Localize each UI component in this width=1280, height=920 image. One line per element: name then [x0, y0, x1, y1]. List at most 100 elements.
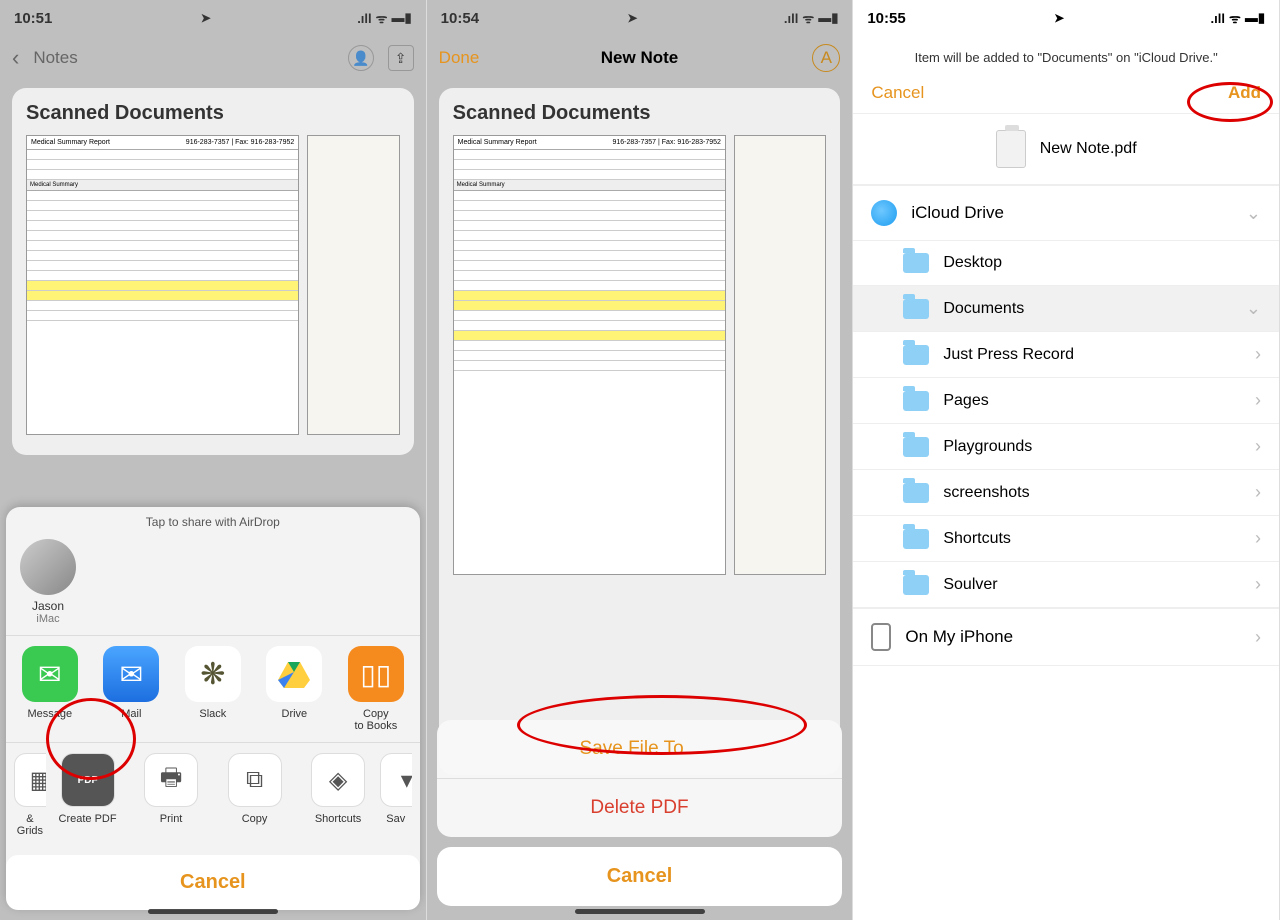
scanned-page-1: Medical Summary Report916-283-7357 | Fax…: [453, 135, 726, 575]
wifi-icon: ᯤ: [1229, 9, 1241, 27]
action-copy[interactable]: ⧉Copy: [213, 753, 297, 837]
note-title: Scanned Documents: [453, 102, 827, 125]
folder-icon: [903, 253, 929, 273]
battery-icon: ▬▮: [818, 10, 838, 26]
chevron-right-icon: ›: [1255, 390, 1261, 411]
slack-icon: ❋: [185, 646, 241, 702]
done-button[interactable]: Done: [439, 48, 480, 68]
folder-pages[interactable]: Pages›: [853, 378, 1279, 424]
destination-info: Item will be added to "Documents" on "iC…: [853, 36, 1279, 75]
action-print[interactable]: 🖶Print: [129, 753, 213, 837]
mail-icon: ✉: [103, 646, 159, 702]
back-chevron-icon[interactable]: ‹: [12, 45, 19, 71]
copy-icon: ⧉: [228, 753, 282, 807]
share-app-message[interactable]: ✉︎Message: [14, 646, 86, 732]
note-content: Scanned Documents Medical Summary Report…: [439, 88, 841, 775]
folder-soulver[interactable]: Soulver›: [853, 562, 1279, 608]
battery-icon: ▬▮: [392, 10, 412, 26]
share-icon[interactable]: ⇪: [388, 45, 414, 71]
folder-desktop[interactable]: Desktop: [853, 241, 1279, 286]
scanned-page-1: Medical Summary Report916-283-7357 | Fax…: [26, 135, 299, 435]
location-label: On My iPhone: [905, 627, 1013, 647]
icloud-icon: [871, 200, 897, 226]
share-app-drive[interactable]: Drive: [259, 646, 331, 732]
wifi-icon: ᯤ: [376, 9, 388, 27]
nav-bar: ‹ Notes 👤 ⇪: [0, 36, 426, 80]
location-icon: ➤: [201, 11, 211, 25]
save-icon: ▾: [380, 753, 412, 807]
chevron-right-icon: ›: [1255, 528, 1261, 549]
books-icon: ▯▯: [348, 646, 404, 702]
location-on-my-iphone[interactable]: On My iPhone ›: [853, 608, 1279, 666]
status-time: 10:54: [441, 10, 479, 27]
avatar: [20, 539, 76, 595]
action-create-pdf[interactable]: PDFCreate PDF: [46, 753, 130, 837]
file-name: New Note.pdf: [1040, 140, 1137, 158]
delete-pdf-button[interactable]: Delete PDF: [437, 779, 843, 837]
screenshot-1-share-sheet: 10:51➤ .ıllᯤ▬▮ ‹ Notes 👤 ⇪ Scanned Docum…: [0, 0, 427, 920]
cancel-button[interactable]: Cancel: [871, 83, 924, 103]
folder-shortcuts[interactable]: Shortcuts›: [853, 516, 1279, 562]
signal-icon: .ıll: [784, 11, 798, 26]
home-indicator[interactable]: [575, 909, 705, 914]
chevron-right-icon: ›: [1255, 574, 1261, 595]
folder-icon: [903, 483, 929, 503]
note-title: Scanned Documents: [26, 102, 400, 125]
folder-icon: [903, 437, 929, 457]
folder-screenshots[interactable]: screenshots›: [853, 470, 1279, 516]
screenshot-3-files-picker: 10:55 ➤ .ıll ᯤ▬▮ Item will be added to "Do…: [853, 0, 1280, 920]
file-icon: [996, 130, 1026, 168]
signal-icon: .ıll: [1211, 11, 1225, 26]
person-add-icon[interactable]: 👤: [348, 45, 374, 71]
battery-icon: ▬▮: [1245, 10, 1265, 26]
share-app-books[interactable]: ▯▯Copy to Books: [340, 646, 412, 732]
share-actions-row: ▦& Grids PDFCreate PDF 🖶Print ⧉Copy ◈Sho…: [6, 742, 420, 847]
folder-icon: [903, 299, 929, 319]
status-bar: 10:55 ➤ .ıll ᯤ▬▮: [853, 0, 1279, 36]
print-icon: 🖶: [144, 753, 198, 807]
status-bar: 10:54➤ .ıllᯤ▬▮: [427, 0, 853, 36]
location-label: iCloud Drive: [911, 203, 1004, 223]
airdrop-contact[interactable]: Jason iMac: [20, 539, 76, 625]
action-save[interactable]: ▾Sav: [380, 753, 412, 837]
action-grids[interactable]: ▦& Grids: [14, 753, 46, 837]
action-sheet: Save File To... Delete PDF Cancel: [437, 720, 843, 906]
location-icon: ➤: [1054, 11, 1064, 25]
share-apps-row: ✉︎Message ✉Mail ❋Slack Drive ▯▯Copy to B…: [6, 635, 420, 742]
picker-nav: Cancel Add: [853, 75, 1279, 113]
scanned-page-2: [734, 135, 826, 575]
pdf-icon: PDF: [61, 753, 115, 807]
chevron-right-icon: ›: [1255, 436, 1261, 457]
file-to-save: New Note.pdf: [853, 113, 1279, 185]
chevron-right-icon: ›: [1255, 627, 1261, 648]
share-app-slack[interactable]: ❋Slack: [177, 646, 249, 732]
nav-title: New Note: [601, 48, 678, 68]
folder-playgrounds[interactable]: Playgrounds›: [853, 424, 1279, 470]
iphone-icon: [871, 623, 891, 651]
signal-icon: .ıll: [357, 11, 371, 26]
chevron-down-icon: ⌄: [1246, 298, 1261, 319]
cancel-button[interactable]: Cancel: [437, 847, 843, 906]
nav-bar: Done New Note A: [427, 36, 853, 80]
folder-documents[interactable]: Documents⌄: [853, 286, 1279, 332]
save-file-to-button[interactable]: Save File To...: [437, 720, 843, 779]
share-app-mail[interactable]: ✉Mail: [96, 646, 168, 732]
status-time: 10:55: [867, 10, 905, 27]
folder-just-press-record[interactable]: Just Press Record›: [853, 332, 1279, 378]
grid-icon: ▦: [14, 753, 46, 807]
add-button[interactable]: Add: [1228, 83, 1261, 103]
chevron-right-icon: ›: [1255, 482, 1261, 503]
markup-icon[interactable]: A: [812, 44, 840, 72]
back-label[interactable]: Notes: [33, 48, 77, 68]
action-shortcuts[interactable]: ◈Shortcuts: [296, 753, 380, 837]
folder-icon: [903, 575, 929, 595]
cancel-button[interactable]: Cancel: [6, 855, 420, 910]
note-content: Scanned Documents Medical Summary Report…: [12, 88, 414, 455]
location-icloud[interactable]: iCloud Drive ⌄: [853, 185, 1279, 241]
contact-name: Jason: [20, 599, 76, 613]
shortcuts-icon: ◈: [311, 753, 365, 807]
home-indicator[interactable]: [148, 909, 278, 914]
screenshot-2-action-sheet: 10:54➤ .ıllᯤ▬▮ Done New Note A Scanned D…: [427, 0, 854, 920]
message-icon: ✉︎: [22, 646, 78, 702]
folder-icon: [903, 529, 929, 549]
